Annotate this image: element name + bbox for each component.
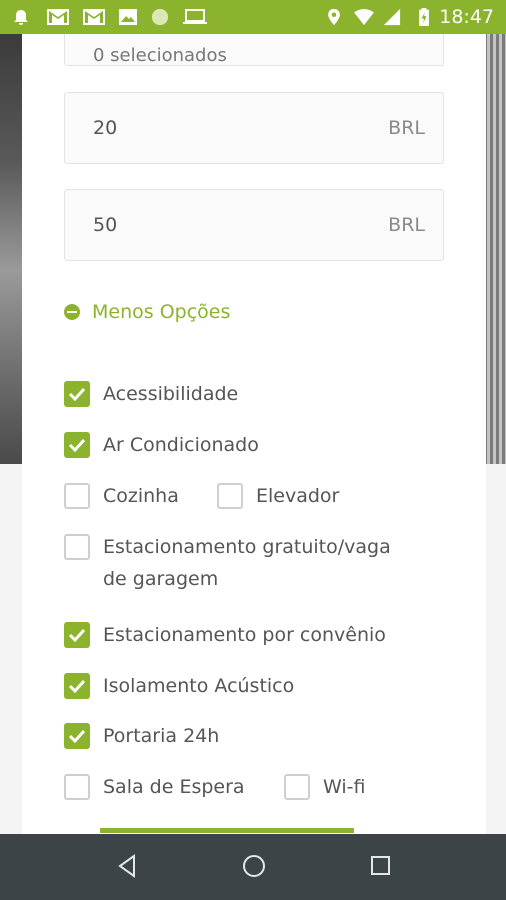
checkmark-icon [68, 628, 86, 643]
image-icon [119, 9, 137, 25]
amenity-label-line2: de garagem [103, 568, 219, 590]
battery-charging-icon [419, 8, 429, 26]
less-options-label: Menos Opções [92, 301, 231, 323]
status-clock: 18:47 [439, 6, 494, 28]
checkbox-unchecked[interactable] [64, 483, 90, 509]
amenity-option-isolamento-acustico[interactable]: Isolamento Acústico [64, 672, 294, 704]
checkmark-icon [68, 679, 86, 694]
checkbox-unchecked[interactable] [284, 774, 310, 800]
circle-icon [151, 8, 169, 26]
amenity-label: Estacionamento gratuito/vaga [103, 536, 391, 558]
min-price-value: 20 [93, 117, 118, 139]
max-price-field[interactable]: 50 BRL [64, 189, 444, 261]
notification-bell-icon [14, 10, 28, 25]
amenity-label: Elevador [256, 485, 340, 507]
checkmark-icon [68, 729, 86, 744]
min-price-field[interactable]: 20 BRL [64, 92, 444, 164]
home-icon[interactable] [241, 853, 267, 879]
background-pattern [484, 34, 506, 464]
amenity-label: Sala de Espera [103, 776, 245, 798]
checkbox-checked[interactable] [64, 673, 90, 699]
amenity-option-sala-de-espera[interactable]: Sala de Espera [64, 773, 245, 805]
checkbox-checked[interactable] [64, 381, 90, 407]
max-price-unit: BRL [388, 214, 425, 236]
laptop-icon [183, 9, 207, 24]
less-options-toggle[interactable]: Menos Opções [64, 300, 230, 324]
amenity-label: Acessibilidade [103, 383, 239, 405]
checkmark-icon [68, 387, 86, 402]
location-icon [328, 8, 340, 26]
amenity-label: Isolamento Acústico [103, 675, 295, 697]
amenity-option-portaria-24h[interactable]: Portaria 24h [64, 722, 219, 754]
max-price-value: 50 [93, 214, 118, 236]
checkmark-icon [68, 438, 86, 453]
checkbox-checked[interactable] [64, 723, 90, 749]
min-price-unit: BRL [388, 117, 425, 139]
amenity-label: Ar Condicionado [103, 434, 259, 456]
amenity-option-acessibilidade[interactable]: Acessibilidade [64, 380, 238, 412]
checkbox-unchecked[interactable] [64, 534, 90, 560]
wifi-icon [354, 9, 374, 26]
checkbox-checked[interactable] [64, 432, 90, 458]
amenity-option-cozinha[interactable]: Cozinha [64, 482, 179, 514]
amenity-option-estacionamento-gratuito[interactable]: Estacionamento gratuito/vaga de garagem [64, 533, 391, 597]
gmail-icon [47, 9, 69, 25]
search-button-top-edge[interactable] [100, 828, 354, 833]
checkbox-unchecked[interactable] [64, 774, 90, 800]
amenity-label: Cozinha [103, 485, 179, 507]
signal-icon [383, 8, 401, 26]
recents-icon[interactable] [369, 853, 391, 879]
navigation-bar [0, 834, 506, 900]
filter-card: 0 selecionados 20 BRL 50 BRL Menos Opçõe… [22, 34, 486, 834]
amenity-label: Portaria 24h [103, 725, 220, 747]
amenities-select-value: 0 selecionados [93, 45, 227, 66]
checkbox-unchecked[interactable] [217, 483, 243, 509]
back-icon[interactable] [115, 853, 139, 879]
gmail-icon [83, 9, 105, 25]
status-bar: 18:47 [0, 0, 506, 34]
amenity-option-estacionamento-convenio[interactable]: Estacionamento por convênio [64, 621, 386, 653]
amenity-option-elevador[interactable]: Elevador [217, 482, 339, 514]
amenities-select-field[interactable]: 0 selecionados [64, 34, 444, 66]
amenity-option-ar-condicionado[interactable]: Ar Condicionado [64, 431, 259, 463]
amenity-label: Estacionamento por convênio [103, 624, 386, 646]
minus-circle-icon [64, 304, 80, 320]
checkbox-checked[interactable] [64, 622, 90, 648]
amenity-label: Wi-fi [323, 776, 366, 798]
amenity-option-wi-fi[interactable]: Wi-fi [284, 773, 365, 805]
